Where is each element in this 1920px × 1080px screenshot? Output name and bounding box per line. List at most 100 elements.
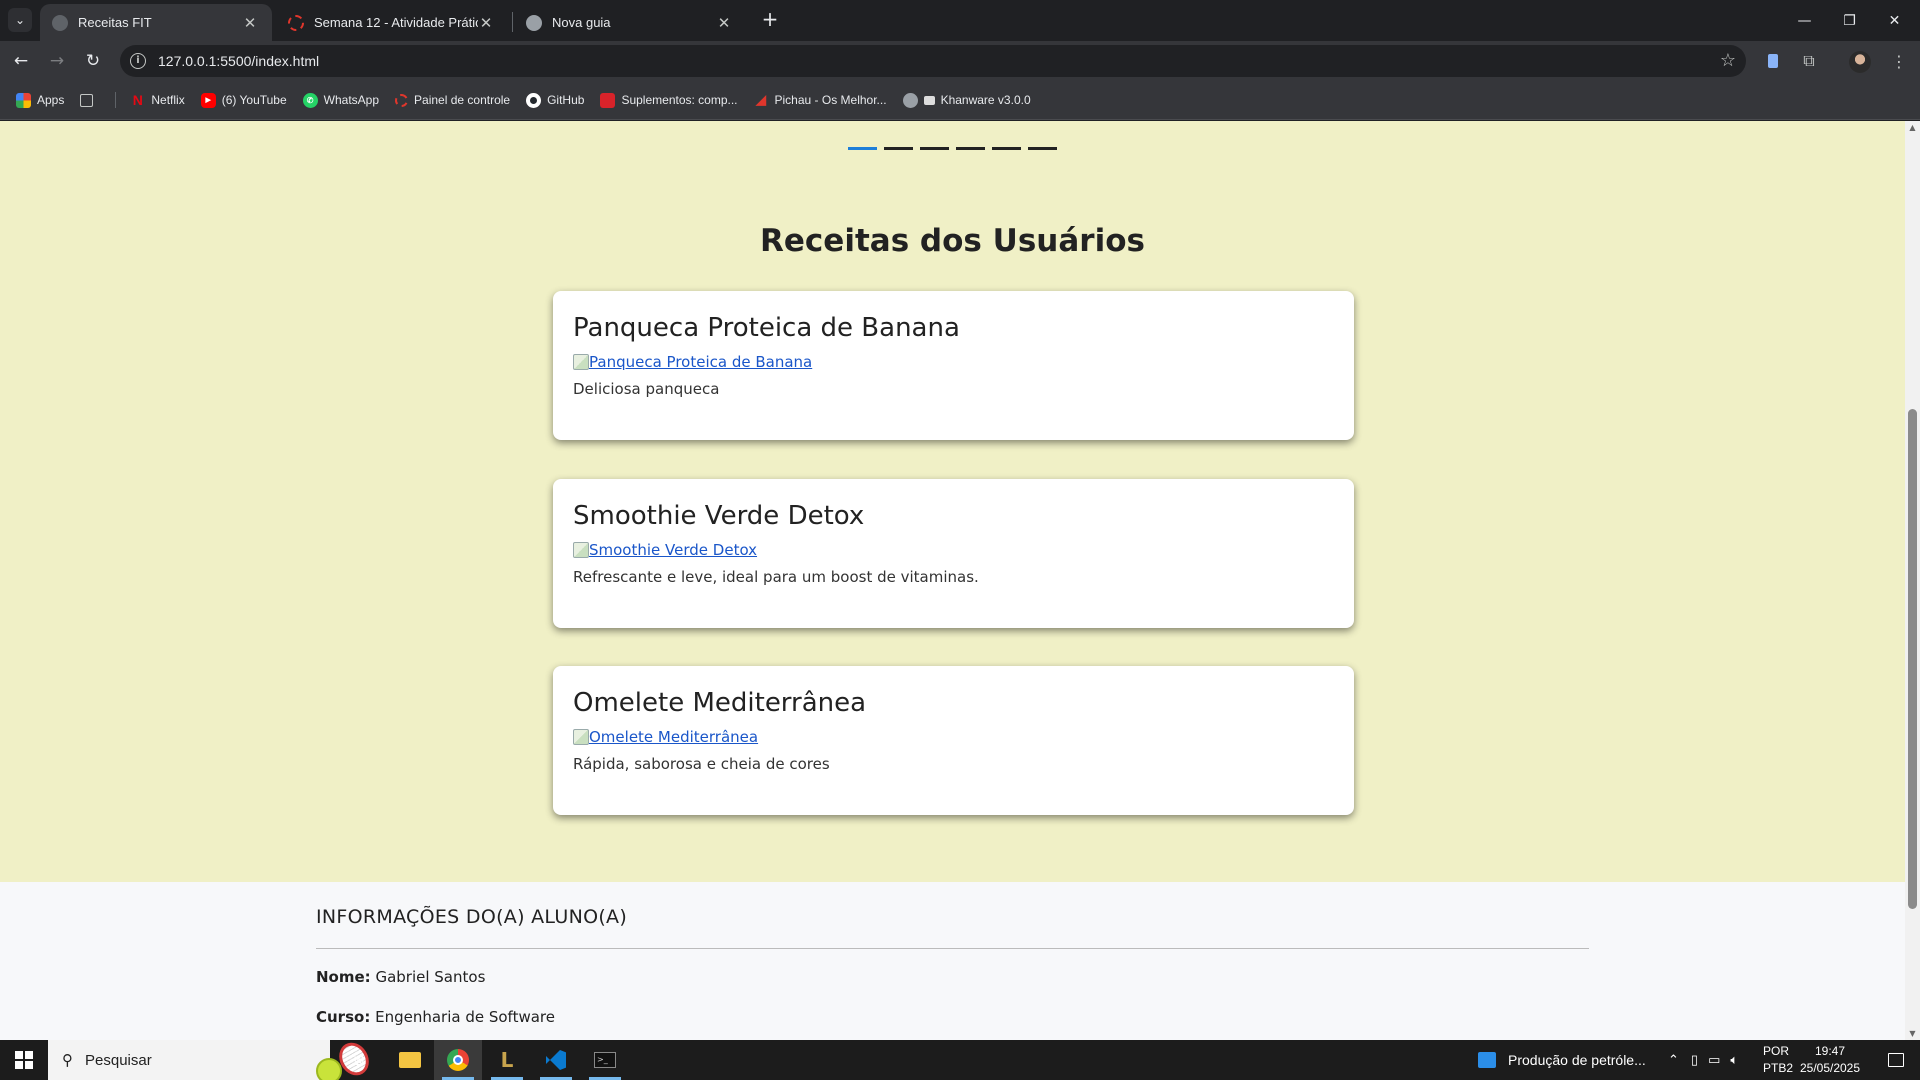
bookmark-tab-groups[interactable] [80,93,99,107]
scroll-down-icon[interactable]: ▼ [1908,1029,1917,1038]
news-widget[interactable]: Produção de petróle... [1478,1040,1646,1080]
volume-icon[interactable]: 🔈︎ [1730,1052,1738,1068]
windows-icon [15,1051,33,1069]
name-value: Gabriel Santos [375,968,486,986]
tab-label: Receitas FIT [78,15,152,30]
task-view-icon: ⧈ [353,1050,365,1069]
divider [316,948,1589,949]
recipe-image-alt[interactable]: Omelete Mediterrânea [589,728,758,746]
close-icon[interactable]: ✕ [478,14,494,32]
puzzle-icon[interactable]: ⧉ [1797,49,1821,73]
bookmark-github[interactable]: GitHub [526,92,585,108]
recipe-image-link[interactable]: Smoothie Verde Detox [573,541,757,559]
network-icon[interactable]: ▭ [1708,1052,1720,1068]
youtube-icon: ▶ [200,92,216,108]
recipe-description: Refrescante e leve, ideal para um boost … [573,568,979,586]
bookmark-star-icon[interactable]: ☆ [1720,50,1736,71]
address-bar[interactable]: i 127.0.0.1:5500/index.html ☆ [120,45,1746,77]
tab-semana-12[interactable]: Semana 12 - Atividade Prática ✕ [276,4,508,41]
pichau-icon: ◢ [756,92,767,107]
broken-image-icon [573,542,589,558]
globe-icon [902,92,918,108]
news-icon [1478,1052,1496,1068]
restore-button[interactable]: ❐ [1827,0,1872,41]
recipe-image-link[interactable]: Panqueca Proteica de Banana [573,353,812,371]
profile-avatar[interactable] [1849,51,1871,73]
more-menu-icon[interactable]: ⋮ [1887,49,1911,73]
scroll-up-icon[interactable]: ▲ [1908,123,1917,132]
new-tab-button[interactable]: + [758,8,782,32]
minimize-icon: — [1797,12,1812,29]
news-text: Produção de petróle... [1508,1052,1646,1068]
plus-icon: + [761,7,779,31]
url-text[interactable]: 127.0.0.1:5500/index.html [158,53,319,69]
bookmark-youtube[interactable]: ▶ (6) YouTube [200,92,287,108]
student-info-heading: INFORMAÇÕES DO(A) ALUNO(A) [316,906,628,928]
vscode-app[interactable] [532,1040,580,1080]
recipe-description: Deliciosa panqueca [573,380,720,398]
recipe-card: Omelete Mediterrânea Omelete Mediterrâne… [553,666,1354,815]
file-explorer-app[interactable] [386,1040,434,1080]
tab-search-button[interactable]: ⌄ [8,8,32,32]
bookmark-divider [115,92,117,108]
start-button[interactable] [0,1040,48,1080]
recipe-image-link[interactable]: Omelete Mediterrânea [573,728,758,746]
bookmark-whatsapp[interactable]: ✆ WhatsApp [302,92,380,108]
browser-toolbar: ← → ↻ i 127.0.0.1:5500/index.html ☆ ⧉ ⋮ [0,41,1920,81]
league-app[interactable]: L [483,1040,531,1080]
bookmark-suplementos[interactable]: Suplementos: comp... [600,92,738,108]
bookmark-painel[interactable]: Painel de controle [395,93,510,107]
chevron-down-icon: ⌄ [14,13,26,27]
carousel-indicator[interactable] [1028,147,1057,150]
back-button[interactable]: ← [6,46,36,76]
recipe-image-alt[interactable]: Panqueca Proteica de Banana [589,353,812,371]
reload-button[interactable]: ↻ [78,46,108,76]
student-info-section: INFORMAÇÕES DO(A) ALUNO(A) Nome: Gabriel… [0,882,1905,1040]
close-icon[interactable]: ✕ [716,14,732,32]
extension-icon[interactable] [1761,49,1785,73]
bookmark-pichau[interactable]: ◢ Pichau - Os Melhor... [754,92,887,108]
site-info-icon[interactable]: i [130,53,146,69]
tab-receitas-fit[interactable]: Receitas FIT ✕ [40,4,272,41]
chrome-icon [526,14,542,31]
tray-icons: ⌃ ▯ ▭ 🔈︎ [1668,1040,1738,1080]
bookmark-apps[interactable]: Apps [16,92,64,108]
recipe-card: Smoothie Verde Detox Smoothie Verde Deto… [553,479,1354,628]
recipe-image-alt[interactable]: Smoothie Verde Detox [589,541,757,559]
page-viewport: Receitas dos Usuários Panqueca Proteica … [0,121,1905,1040]
chrome-app[interactable] [434,1040,482,1080]
bookmark-label: Painel de controle [414,93,511,107]
carousel-indicator[interactable] [884,147,913,150]
bookmark-label: Pichau - Os Melhor... [774,93,887,107]
search-placeholder: Pesquisar [85,1051,152,1069]
carousel-indicator[interactable] [956,147,985,150]
ring-icon [288,14,304,31]
taskbar-search[interactable]: ⚲ Pesquisar [48,1037,375,1080]
carousel-indicator[interactable] [920,147,949,150]
bookmark-label: GitHub [547,93,585,107]
taskbar-clock[interactable]: 19:47 25/05/2025 [1790,1043,1870,1077]
reload-icon: ↻ [85,51,101,71]
bookmark-netflix[interactable]: N Netflix [130,92,185,108]
chevron-up-icon[interactable]: ⌃ [1668,1052,1679,1068]
terminal-app[interactable]: >_ [581,1040,629,1080]
folder-icon [399,1052,421,1068]
minimize-button[interactable]: — [1782,0,1827,41]
close-window-button[interactable]: ✕ [1872,0,1917,41]
task-view-button[interactable]: ⧈ [335,1040,383,1080]
scrollbar-thumb[interactable] [1908,409,1917,909]
battery-icon[interactable]: ▯ [1691,1052,1698,1068]
language-indicator[interactable]: POR PTB2 [1763,1043,1793,1077]
forward-button[interactable]: → [42,46,72,76]
notifications-button[interactable] [1872,1040,1920,1080]
bookmark-khanware[interactable]: Khanware v3.0.0 [902,92,1031,108]
student-name-row: Nome: Gabriel Santos [316,968,485,986]
close-icon[interactable]: ✕ [242,14,258,32]
carousel-indicator[interactable] [992,147,1021,150]
arrow-right-icon: → [49,51,65,71]
page-scrollbar[interactable]: ▲ ▼ [1905,121,1920,1040]
clock-time: 19:47 [1814,1044,1846,1058]
carousel-indicator[interactable] [848,147,877,150]
bookmark-label: WhatsApp [323,93,380,107]
tab-nova-guia[interactable]: Nova guia ✕ [514,4,746,41]
